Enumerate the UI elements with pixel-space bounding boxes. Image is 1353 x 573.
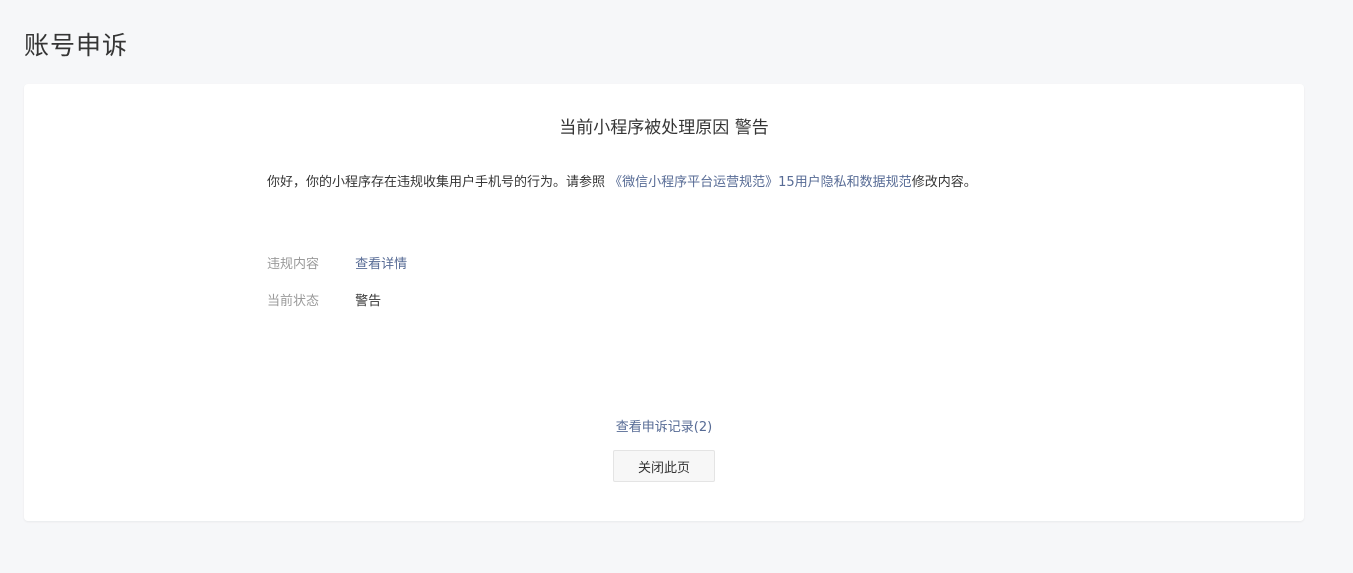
- violation-content-row: 违规内容 查看详情: [267, 255, 407, 275]
- current-status-value: 警告: [355, 294, 382, 309]
- operation-rules-link[interactable]: 《微信小程序平台运营规范》15用户隐私和数据规范: [609, 175, 912, 190]
- violation-notice: 你好，你的小程序存在违规收集用户手机号的行为。请参照 《微信小程序平台运营规范》…: [267, 173, 977, 193]
- appeal-history-link[interactable]: 查看申诉记录(2): [616, 420, 712, 435]
- notice-text-after: 修改内容。: [911, 175, 977, 190]
- reason-title: 当前小程序被处理原因 警告: [559, 118, 769, 138]
- current-status-row: 当前状态 警告: [267, 292, 381, 312]
- view-details-link[interactable]: 查看详情: [355, 257, 407, 272]
- appeal-card: 当前小程序被处理原因 警告 你好，你的小程序存在违规收集用户手机号的行为。请参照…: [24, 84, 1304, 521]
- notice-text-before: 你好，你的小程序存在违规收集用户手机号的行为。请参照: [267, 175, 610, 190]
- violation-content-label: 违规内容: [267, 257, 320, 272]
- page-title: 账号申诉: [24, 31, 129, 60]
- appeal-history-row: 查看申诉记录(2): [24, 418, 1304, 438]
- current-status-label: 当前状态: [267, 294, 320, 309]
- close-page-button[interactable]: 关闭此页: [613, 450, 715, 482]
